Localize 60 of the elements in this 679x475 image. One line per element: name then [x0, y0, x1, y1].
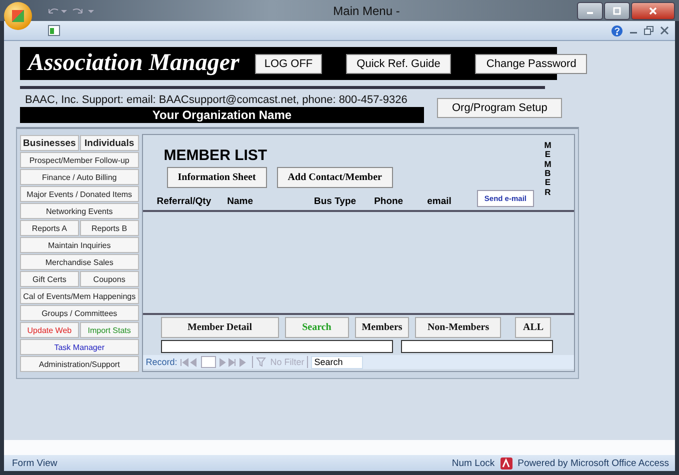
menu-button[interactable]: Merchandise Sales [20, 254, 139, 270]
close-button[interactable] [631, 2, 676, 20]
column-header: Referral/Qty [156, 196, 212, 207]
filter-button[interactable]: Non-Members [415, 317, 502, 338]
menu-button[interactable]: Reports B [80, 220, 139, 236]
menu-button[interactable]: Task Manager [20, 339, 139, 355]
office-button[interactable] [4, 2, 32, 30]
menu-button[interactable]: Major Events / Donated Items [20, 186, 139, 202]
input-field[interactable] [160, 340, 393, 353]
window-title: Main Menu - [333, 4, 400, 18]
column-header: email [427, 196, 452, 207]
menu-button[interactable]: Coupons [80, 271, 139, 287]
access-logo-icon [500, 456, 513, 470]
menu-button[interactable]: Gift Certs [20, 271, 79, 287]
filter-status: No Filter [270, 357, 304, 367]
form-button[interactable]: Add Contact/Member [276, 167, 393, 188]
menu-button[interactable]: Cal of Events/Mem Happenings [20, 288, 139, 304]
setup-button[interactable]: Org/Program Setup [437, 98, 562, 118]
menu-button[interactable]: Prospect/Member Follow-up [20, 152, 139, 168]
filter-icon [256, 357, 268, 367]
column-header: Bus Type [314, 196, 356, 207]
menu-button[interactable]: Administration/Support [20, 356, 139, 372]
close-icon[interactable] [660, 26, 669, 35]
maximize-button[interactable] [604, 2, 630, 20]
menu-button[interactable]: Update Web [20, 322, 79, 338]
header-button[interactable]: Quick Ref. Guide [346, 54, 452, 74]
menu-button[interactable]: Reports A [20, 220, 79, 236]
form-button[interactable]: Information Sheet [166, 167, 267, 188]
minimize-button[interactable] [577, 2, 604, 20]
header-button[interactable]: LOG OFF [255, 54, 322, 74]
organization-name: Your Organization Name [20, 107, 424, 123]
num-lock-indicator: Num Lock [452, 458, 495, 468]
filter-button[interactable]: ALL [515, 317, 552, 338]
support-text: BAAC, Inc. Support: email: BAACsupport@comcast.net, phone: 800-457-9326 [24, 94, 408, 106]
search-field[interactable]: Search [311, 356, 364, 368]
view-mode: Form View [12, 458, 58, 468]
menu-button[interactable]: Groups / Committees [20, 305, 139, 321]
menu-button[interactable]: Import Stats [80, 322, 139, 338]
close-icon [649, 6, 658, 14]
app-title: Association Manager [28, 50, 240, 77]
column-header: Phone [374, 196, 404, 207]
header-button[interactable]: Change Password [475, 54, 588, 74]
menu-button[interactable]: Individuals [80, 135, 139, 151]
menu-button[interactable]: Businesses [20, 135, 79, 151]
menu-button[interactable]: Finance / Auto Billing [20, 169, 139, 185]
vertical-label: MEMBER [544, 141, 552, 199]
member-list-title: MEMBER LIST [164, 147, 268, 164]
filter-button[interactable]: Member Detail [160, 317, 279, 338]
maximize-icon [613, 6, 622, 14]
menu-button[interactable]: Networking Events [20, 203, 139, 219]
restore-icon[interactable] [644, 26, 654, 35]
record-label: Record: [146, 357, 178, 367]
input-field[interactable] [400, 340, 553, 353]
column-header: Name [227, 196, 253, 207]
form-icon [48, 25, 60, 36]
filter-button[interactable]: Members [354, 317, 410, 338]
menu-button[interactable]: Maintain Inquiries [20, 237, 139, 253]
powered-by-text: Powered by Microsoft Office Access [518, 458, 669, 468]
record-number-field[interactable] [201, 356, 216, 368]
help-icon[interactable] [611, 24, 623, 36]
